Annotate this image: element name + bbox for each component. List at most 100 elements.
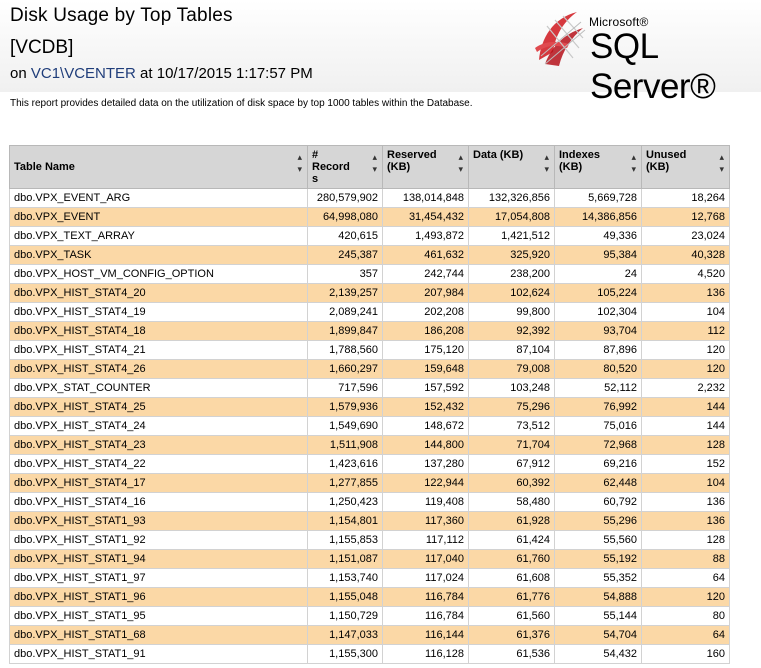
- reserved-cell: 117,112: [382, 530, 469, 550]
- column-header-reserved[interactable]: Reserved (KB) ▴ ▾: [382, 145, 469, 189]
- indexes-cell: 55,144: [554, 606, 642, 626]
- reserved-cell: 116,128: [382, 644, 469, 664]
- reserved-cell: 116,784: [382, 606, 469, 626]
- table-row: dbo.VPX_HIST_STAT4_25 1,579,936 152,432 75,…: [9, 397, 730, 417]
- table-name-cell: dbo.VPX_TEXT_ARRAY: [9, 226, 308, 246]
- data-cell: 61,536: [468, 644, 555, 664]
- data-cell: 87,104: [468, 340, 555, 360]
- table-header-row: Table Name ▴ ▾ # Record s ▴ ▾ Reserved (KB) ▴ ▾ D…: [9, 145, 730, 189]
- report-title: Disk Usage by Top Tables: [10, 5, 233, 26]
- indexes-cell: 80,520: [554, 359, 642, 379]
- column-header-table-name[interactable]: Table Name ▴ ▾: [9, 145, 308, 189]
- data-cell: 60,392: [468, 473, 555, 493]
- records-cell: 1,155,853: [307, 530, 383, 550]
- table-name-cell: dbo.VPX_STAT_COUNTER: [9, 378, 308, 398]
- records-cell: 1,277,855: [307, 473, 383, 493]
- data-cell: 238,200: [468, 264, 555, 284]
- data-cell: 61,376: [468, 625, 555, 645]
- data-cell: 132,326,856: [468, 188, 555, 208]
- table-row: dbo.VPX_HIST_STAT4_17 1,277,855 122,944 60,…: [9, 473, 730, 493]
- indexes-cell: 95,384: [554, 245, 642, 265]
- records-cell: 1,155,300: [307, 644, 383, 664]
- table-row: dbo.VPX_HIST_STAT1_97 1,153,740 117,024 61,…: [9, 568, 730, 588]
- reserved-cell: 242,744: [382, 264, 469, 284]
- column-header-records[interactable]: # Record s ▴ ▾: [307, 145, 383, 189]
- sort-arrows-icon[interactable]: ▴ ▾: [458, 151, 463, 175]
- unused-cell: 64: [641, 625, 730, 645]
- indexes-cell: 55,352: [554, 568, 642, 588]
- data-cell: 58,480: [468, 492, 555, 512]
- table-name-cell: dbo.VPX_HIST_STAT1_94: [9, 549, 308, 569]
- table-name-cell: dbo.VPX_HIST_STAT4_23: [9, 435, 308, 455]
- unused-cell: 120: [641, 340, 730, 360]
- reserved-cell: 117,024: [382, 568, 469, 588]
- sort-arrows-icon[interactable]: ▴ ▾: [719, 151, 724, 175]
- table-name-cell: dbo.VPX_HIST_STAT4_19: [9, 302, 308, 322]
- table-name-cell: dbo.VPX_HIST_STAT4_21: [9, 340, 308, 360]
- reserved-cell: 157,592: [382, 378, 469, 398]
- table-row: dbo.VPX_HIST_STAT4_23 1,511,908 144,800 71,…: [9, 435, 730, 455]
- indexes-cell: 14,386,856: [554, 207, 642, 227]
- indexes-cell: 5,669,728: [554, 188, 642, 208]
- unused-cell: 136: [641, 511, 730, 531]
- table-name-cell: dbo.VPX_HIST_STAT4_26: [9, 359, 308, 379]
- column-label: Data (KB): [473, 149, 524, 161]
- unused-cell: 4,520: [641, 264, 730, 284]
- records-cell: 357: [307, 264, 383, 284]
- indexes-cell: 54,704: [554, 625, 642, 645]
- data-cell: 61,560: [468, 606, 555, 626]
- records-cell: 245,387: [307, 245, 383, 265]
- table-name-cell: dbo.VPX_HIST_STAT4_20: [9, 283, 308, 303]
- table-row: dbo.VPX_HIST_STAT4_22 1,423,616 137,280 67,…: [9, 454, 730, 474]
- records-cell: 1,147,033: [307, 625, 383, 645]
- data-cell: 1,421,512: [468, 226, 555, 246]
- indexes-cell: 75,016: [554, 416, 642, 436]
- table-row: dbo.VPX_HIST_STAT1_68 1,147,033 116,144 61,…: [9, 625, 730, 645]
- data-cell: 99,800: [468, 302, 555, 322]
- table-name-cell: dbo.VPX_TASK: [9, 245, 308, 265]
- records-cell: 1,899,847: [307, 321, 383, 341]
- report-subtitle: on VC1\VCENTER at 10/17/2015 1:17:57 PM: [10, 65, 313, 82]
- report-description: This report provides detailed data on th…: [10, 98, 473, 109]
- sort-arrows-icon[interactable]: ▴ ▾: [297, 151, 302, 175]
- column-header-data[interactable]: Data (KB) ▴ ▾: [468, 145, 555, 189]
- server-name: VC1\VCENTER: [30, 65, 136, 82]
- table-name-cell: dbo.VPX_HIST_STAT1_91: [9, 644, 308, 664]
- indexes-cell: 52,112: [554, 378, 642, 398]
- data-cell: 17,054,808: [468, 207, 555, 227]
- data-cell: 79,008: [468, 359, 555, 379]
- unused-cell: 128: [641, 530, 730, 550]
- indexes-cell: 69,216: [554, 454, 642, 474]
- reserved-cell: 117,360: [382, 511, 469, 531]
- data-cell: 92,392: [468, 321, 555, 341]
- unused-cell: 12,768: [641, 207, 730, 227]
- table-name-cell: dbo.VPX_HIST_STAT4_22: [9, 454, 308, 474]
- sort-arrows-icon[interactable]: ▴ ▾: [631, 151, 636, 175]
- records-cell: 420,615: [307, 226, 383, 246]
- data-cell: 61,928: [468, 511, 555, 531]
- table-row: dbo.VPX_STAT_COUNTER 717,596 157,592 103,24…: [9, 378, 730, 398]
- data-cell: 325,920: [468, 245, 555, 265]
- column-header-indexes[interactable]: Indexes (KB) ▴ ▾: [554, 145, 642, 189]
- column-header-unused[interactable]: Unused (KB) ▴ ▾: [641, 145, 730, 189]
- reserved-cell: 137,280: [382, 454, 469, 474]
- disk-usage-table: Table Name ▴ ▾ # Record s ▴ ▾ Reserved (KB) ▴ ▾ D…: [9, 145, 730, 664]
- records-cell: 1,150,729: [307, 606, 383, 626]
- records-cell: 1,155,048: [307, 587, 383, 607]
- data-cell: 103,248: [468, 378, 555, 398]
- unused-cell: 136: [641, 492, 730, 512]
- table-row: dbo.VPX_HIST_STAT4_26 1,660,297 159,648 79,…: [9, 359, 730, 379]
- reserved-cell: 31,454,432: [382, 207, 469, 227]
- sort-arrows-icon[interactable]: ▴ ▾: [544, 151, 549, 175]
- indexes-cell: 55,560: [554, 530, 642, 550]
- records-cell: 1,250,423: [307, 492, 383, 512]
- indexes-cell: 24: [554, 264, 642, 284]
- records-cell: 64,998,080: [307, 207, 383, 227]
- table-name-cell: dbo.VPX_HIST_STAT4_24: [9, 416, 308, 436]
- data-cell: 67,912: [468, 454, 555, 474]
- data-cell: 102,624: [468, 283, 555, 303]
- table-row: dbo.VPX_HIST_STAT1_96 1,155,048 116,784 61,…: [9, 587, 730, 607]
- sort-arrows-icon[interactable]: ▴ ▾: [372, 151, 377, 175]
- reserved-cell: 119,408: [382, 492, 469, 512]
- reserved-cell: 116,144: [382, 625, 469, 645]
